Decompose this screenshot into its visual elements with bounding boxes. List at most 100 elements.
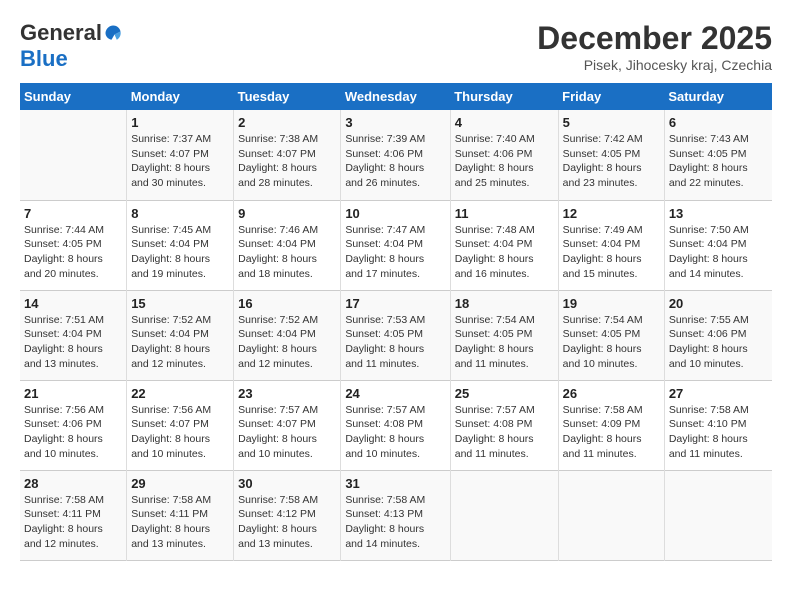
day-cell: 29 Sunrise: 7:58 AM Sunset: 4:11 PM Dayli… xyxy=(127,470,234,560)
day-info: Sunrise: 7:58 AM Sunset: 4:11 PM Dayligh… xyxy=(24,493,122,552)
day-info: Sunrise: 7:37 AM Sunset: 4:07 PM Dayligh… xyxy=(131,132,229,191)
day-cell: 27 Sunrise: 7:58 AM Sunset: 4:10 PM Dayli… xyxy=(664,380,772,470)
day-cell xyxy=(664,470,772,560)
header-day-tuesday: Tuesday xyxy=(234,83,341,110)
header: General Blue December 2025 Pisek, Jihoce… xyxy=(20,20,772,73)
day-number: 23 xyxy=(238,386,336,401)
day-cell: 23 Sunrise: 7:57 AM Sunset: 4:07 PM Dayli… xyxy=(234,380,341,470)
day-number: 2 xyxy=(238,115,336,130)
day-info: Sunrise: 7:57 AM Sunset: 4:07 PM Dayligh… xyxy=(238,403,336,462)
day-info: Sunrise: 7:58 AM Sunset: 4:12 PM Dayligh… xyxy=(238,493,336,552)
day-number: 24 xyxy=(345,386,445,401)
day-number: 1 xyxy=(131,115,229,130)
day-number: 30 xyxy=(238,476,336,491)
day-cell xyxy=(558,470,664,560)
day-number: 5 xyxy=(563,115,660,130)
day-cell: 9 Sunrise: 7:46 AM Sunset: 4:04 PM Daylig… xyxy=(234,200,341,290)
day-number: 17 xyxy=(345,296,445,311)
day-info: Sunrise: 7:51 AM Sunset: 4:04 PM Dayligh… xyxy=(24,313,122,372)
day-number: 16 xyxy=(238,296,336,311)
day-cell: 14 Sunrise: 7:51 AM Sunset: 4:04 PM Dayli… xyxy=(20,290,127,380)
day-info: Sunrise: 7:38 AM Sunset: 4:07 PM Dayligh… xyxy=(238,132,336,191)
day-cell: 31 Sunrise: 7:58 AM Sunset: 4:13 PM Dayli… xyxy=(341,470,450,560)
day-info: Sunrise: 7:55 AM Sunset: 4:06 PM Dayligh… xyxy=(669,313,768,372)
day-cell: 24 Sunrise: 7:57 AM Sunset: 4:08 PM Dayli… xyxy=(341,380,450,470)
header-day-sunday: Sunday xyxy=(20,83,127,110)
day-info: Sunrise: 7:42 AM Sunset: 4:05 PM Dayligh… xyxy=(563,132,660,191)
day-number: 12 xyxy=(563,206,660,221)
header-day-monday: Monday xyxy=(127,83,234,110)
day-info: Sunrise: 7:57 AM Sunset: 4:08 PM Dayligh… xyxy=(455,403,554,462)
day-number: 4 xyxy=(455,115,554,130)
day-cell: 25 Sunrise: 7:57 AM Sunset: 4:08 PM Dayli… xyxy=(450,380,558,470)
calendar-subtitle: Pisek, Jihocesky kraj, Czechia xyxy=(537,57,772,73)
day-cell: 16 Sunrise: 7:52 AM Sunset: 4:04 PM Dayli… xyxy=(234,290,341,380)
day-info: Sunrise: 7:54 AM Sunset: 4:05 PM Dayligh… xyxy=(455,313,554,372)
day-number: 28 xyxy=(24,476,122,491)
day-number: 25 xyxy=(455,386,554,401)
day-cell: 19 Sunrise: 7:54 AM Sunset: 4:05 PM Dayli… xyxy=(558,290,664,380)
day-number: 10 xyxy=(345,206,445,221)
day-info: Sunrise: 7:52 AM Sunset: 4:04 PM Dayligh… xyxy=(238,313,336,372)
day-number: 26 xyxy=(563,386,660,401)
day-number: 19 xyxy=(563,296,660,311)
day-info: Sunrise: 7:58 AM Sunset: 4:10 PM Dayligh… xyxy=(669,403,768,462)
header-day-wednesday: Wednesday xyxy=(341,83,450,110)
day-cell: 1 Sunrise: 7:37 AM Sunset: 4:07 PM Daylig… xyxy=(127,110,234,200)
day-number: 8 xyxy=(131,206,229,221)
day-info: Sunrise: 7:43 AM Sunset: 4:05 PM Dayligh… xyxy=(669,132,768,191)
day-cell: 30 Sunrise: 7:58 AM Sunset: 4:12 PM Dayli… xyxy=(234,470,341,560)
day-number: 29 xyxy=(131,476,229,491)
logo-blue-text: Blue xyxy=(20,46,68,72)
day-info: Sunrise: 7:52 AM Sunset: 4:04 PM Dayligh… xyxy=(131,313,229,372)
day-cell: 5 Sunrise: 7:42 AM Sunset: 4:05 PM Daylig… xyxy=(558,110,664,200)
day-info: Sunrise: 7:58 AM Sunset: 4:13 PM Dayligh… xyxy=(345,493,445,552)
day-number: 11 xyxy=(455,206,554,221)
day-number: 9 xyxy=(238,206,336,221)
day-number: 14 xyxy=(24,296,122,311)
day-cell: 4Sunrise: 7:40 AM Sunset: 4:06 PM Daylig… xyxy=(450,110,558,200)
logo-general-text: General xyxy=(20,20,102,46)
week-row-2: 7 Sunrise: 7:44 AM Sunset: 4:05 PM Daylig… xyxy=(20,200,772,290)
day-info: Sunrise: 7:49 AM Sunset: 4:04 PM Dayligh… xyxy=(563,223,660,282)
day-info: Sunrise: 7:56 AM Sunset: 4:06 PM Dayligh… xyxy=(24,403,122,462)
day-number: 7 xyxy=(24,206,122,221)
day-info: Sunrise: 7:58 AM Sunset: 4:09 PM Dayligh… xyxy=(563,403,660,462)
logo: General Blue xyxy=(20,20,122,72)
day-number: 6 xyxy=(669,115,768,130)
day-info: Sunrise: 7:54 AM Sunset: 4:05 PM Dayligh… xyxy=(563,313,660,372)
day-cell: 22Sunrise: 7:56 AM Sunset: 4:07 PM Dayli… xyxy=(127,380,234,470)
day-number: 27 xyxy=(669,386,768,401)
title-area: December 2025 Pisek, Jihocesky kraj, Cze… xyxy=(537,20,772,73)
day-cell: 18 Sunrise: 7:54 AM Sunset: 4:05 PM Dayli… xyxy=(450,290,558,380)
header-day-thursday: Thursday xyxy=(450,83,558,110)
day-number: 31 xyxy=(345,476,445,491)
week-row-4: 21 Sunrise: 7:56 AM Sunset: 4:06 PM Dayli… xyxy=(20,380,772,470)
header-day-friday: Friday xyxy=(558,83,664,110)
day-cell: 3Sunrise: 7:39 AM Sunset: 4:06 PM Daylig… xyxy=(341,110,450,200)
day-info: Sunrise: 7:58 AM Sunset: 4:11 PM Dayligh… xyxy=(131,493,229,552)
day-cell: 13Sunrise: 7:50 AM Sunset: 4:04 PM Dayli… xyxy=(664,200,772,290)
day-info: Sunrise: 7:39 AM Sunset: 4:06 PM Dayligh… xyxy=(345,132,445,191)
day-cell: 7 Sunrise: 7:44 AM Sunset: 4:05 PM Daylig… xyxy=(20,200,127,290)
day-info: Sunrise: 7:44 AM Sunset: 4:05 PM Dayligh… xyxy=(24,223,122,282)
day-number: 18 xyxy=(455,296,554,311)
day-cell: 15Sunrise: 7:52 AM Sunset: 4:04 PM Dayli… xyxy=(127,290,234,380)
calendar-table: SundayMondayTuesdayWednesdayThursdayFrid… xyxy=(20,83,772,561)
day-cell: 21 Sunrise: 7:56 AM Sunset: 4:06 PM Dayli… xyxy=(20,380,127,470)
week-row-5: 28 Sunrise: 7:58 AM Sunset: 4:11 PM Dayli… xyxy=(20,470,772,560)
day-info: Sunrise: 7:57 AM Sunset: 4:08 PM Dayligh… xyxy=(345,403,445,462)
day-number: 20 xyxy=(669,296,768,311)
day-info: Sunrise: 7:45 AM Sunset: 4:04 PM Dayligh… xyxy=(131,223,229,282)
header-row: SundayMondayTuesdayWednesdayThursdayFrid… xyxy=(20,83,772,110)
day-info: Sunrise: 7:46 AM Sunset: 4:04 PM Dayligh… xyxy=(238,223,336,282)
day-cell: 28 Sunrise: 7:58 AM Sunset: 4:11 PM Dayli… xyxy=(20,470,127,560)
day-info: Sunrise: 7:48 AM Sunset: 4:04 PM Dayligh… xyxy=(455,223,554,282)
day-number: 22 xyxy=(131,386,229,401)
day-cell: 12 Sunrise: 7:49 AM Sunset: 4:04 PM Dayli… xyxy=(558,200,664,290)
header-day-saturday: Saturday xyxy=(664,83,772,110)
day-cell: 20 Sunrise: 7:55 AM Sunset: 4:06 PM Dayli… xyxy=(664,290,772,380)
day-number: 21 xyxy=(24,386,122,401)
day-cell: 26 Sunrise: 7:58 AM Sunset: 4:09 PM Dayli… xyxy=(558,380,664,470)
day-cell: 8 Sunrise: 7:45 AM Sunset: 4:04 PM Daylig… xyxy=(127,200,234,290)
